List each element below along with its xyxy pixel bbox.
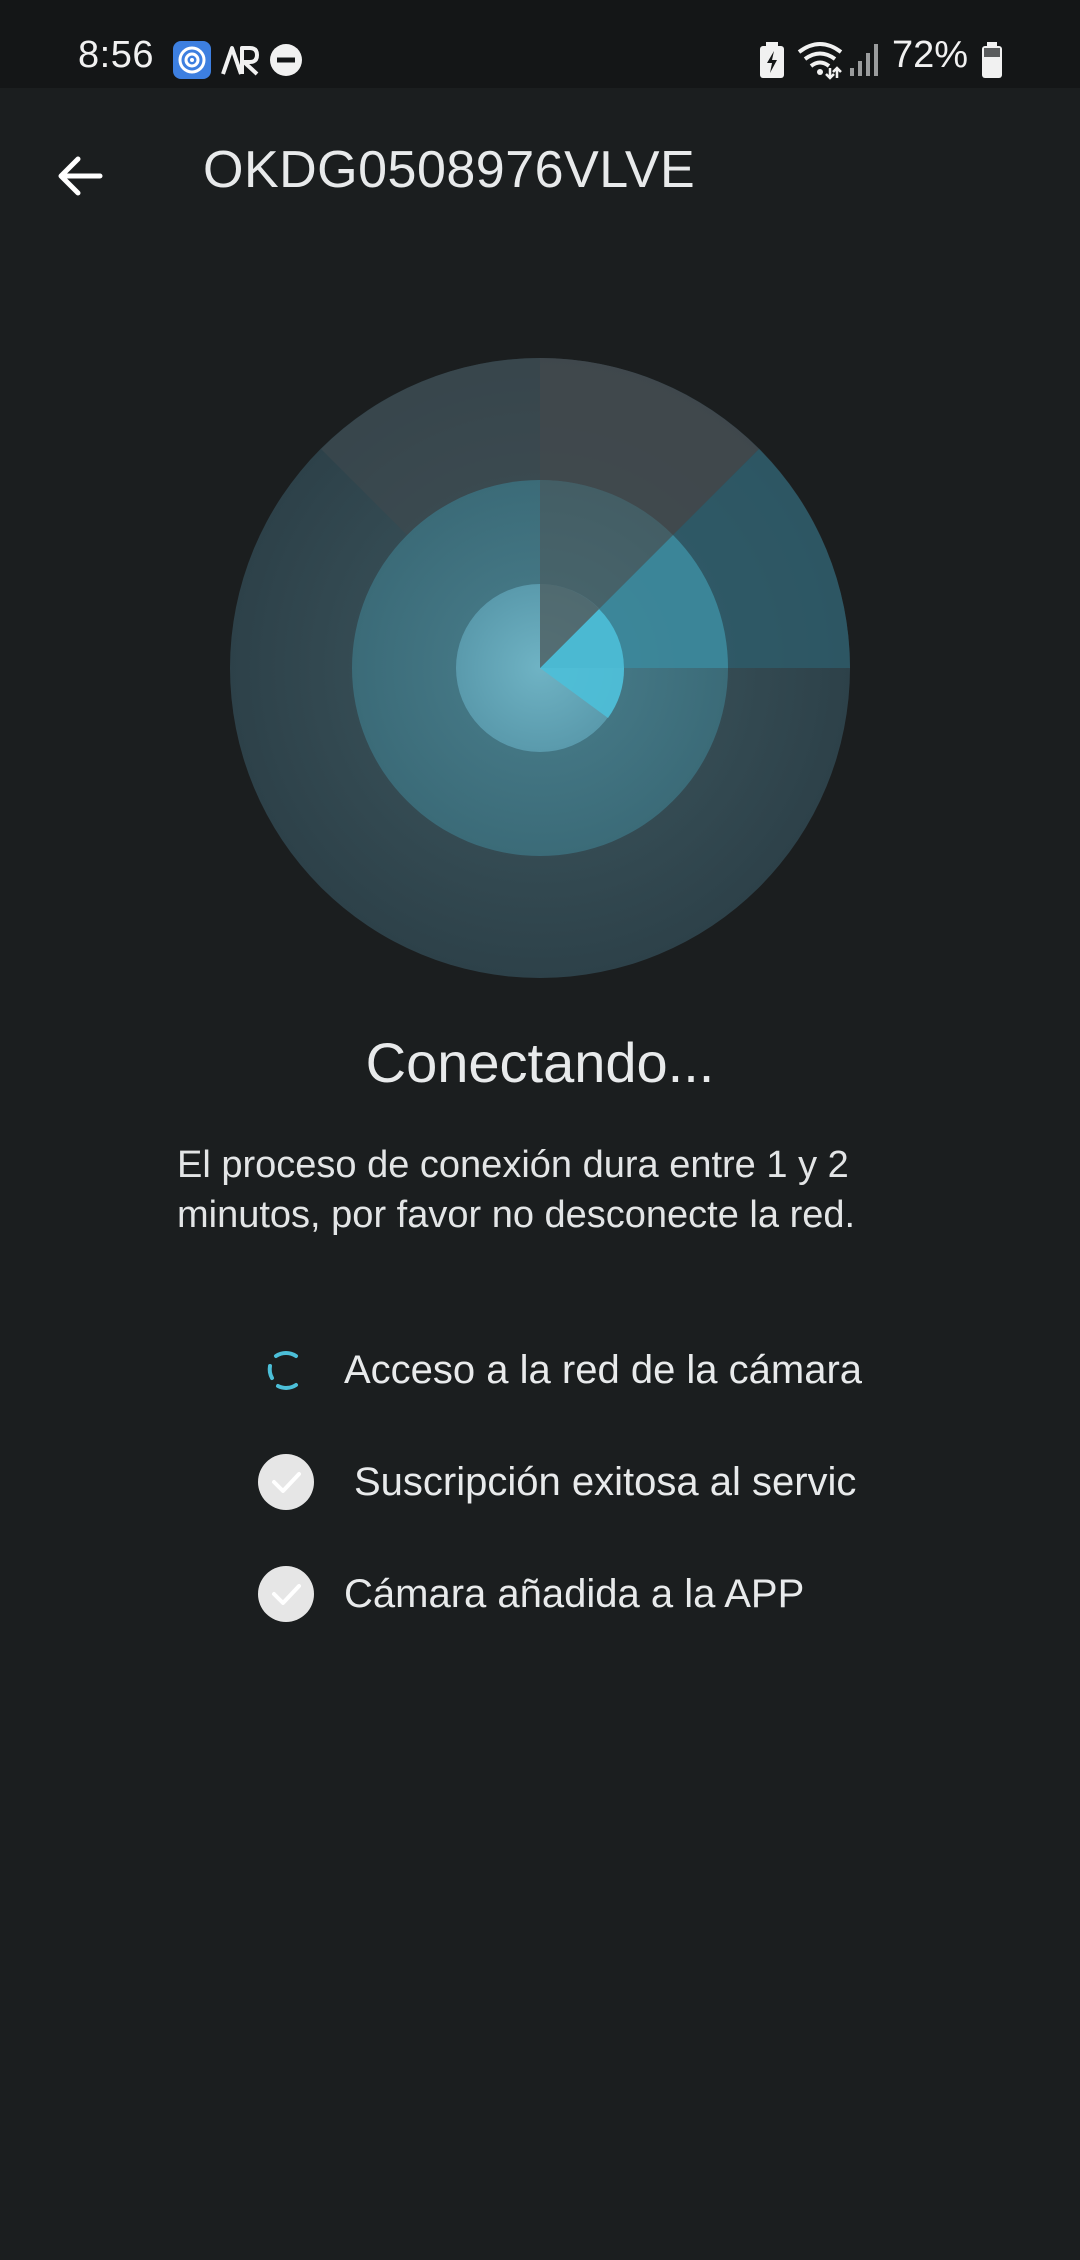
page-title: OKDG0508976VLVE	[203, 141, 696, 199]
do-not-disturb-icon	[268, 42, 304, 83]
back-button[interactable]	[40, 136, 120, 216]
description-line-1: El proceso de conexión dura entre 1 y 2	[177, 1144, 849, 1186]
step-label: Suscripción exitosa al servic	[354, 1460, 857, 1504]
battery-icon	[980, 40, 1004, 85]
connection-description: El proceso de conexión dura entre 1 y 2 …	[177, 1140, 937, 1240]
step-camera-network: Acceso a la red de la cámara	[256, 1340, 916, 1400]
battery-percent: 72%	[892, 34, 969, 76]
step-label: Cámara añadida a la APP	[344, 1572, 805, 1616]
arrow-left-icon	[58, 156, 103, 196]
step-label: Acceso a la red de la cámara	[344, 1348, 863, 1392]
step-camera-added: Cámara añadida a la APP	[256, 1564, 916, 1624]
radar-scan-icon	[230, 358, 850, 978]
connecting-heading: Conectando...	[365, 1031, 715, 1094]
ar-icon	[220, 42, 260, 83]
description-line-2: minutos, por favor no desconecte la red.	[177, 1194, 856, 1236]
battery-saver-icon	[758, 40, 786, 85]
status-time: 8:56	[78, 34, 154, 76]
screen: 8:56 72% OKDG0508976VLVE Conectando... E…	[0, 0, 1080, 2260]
signal-icon	[848, 42, 880, 81]
spinner-icon	[256, 1340, 316, 1400]
status-bar: 8:56 72%	[0, 0, 1080, 88]
wifi-icon	[796, 40, 844, 85]
check-circle-icon	[256, 1452, 316, 1512]
app-notification-icon	[172, 40, 212, 85]
app-bar: OKDG0508976VLVE	[0, 88, 1080, 248]
check-circle-icon	[256, 1564, 316, 1624]
step-service-subscription: Suscripción exitosa al servic	[256, 1452, 916, 1512]
